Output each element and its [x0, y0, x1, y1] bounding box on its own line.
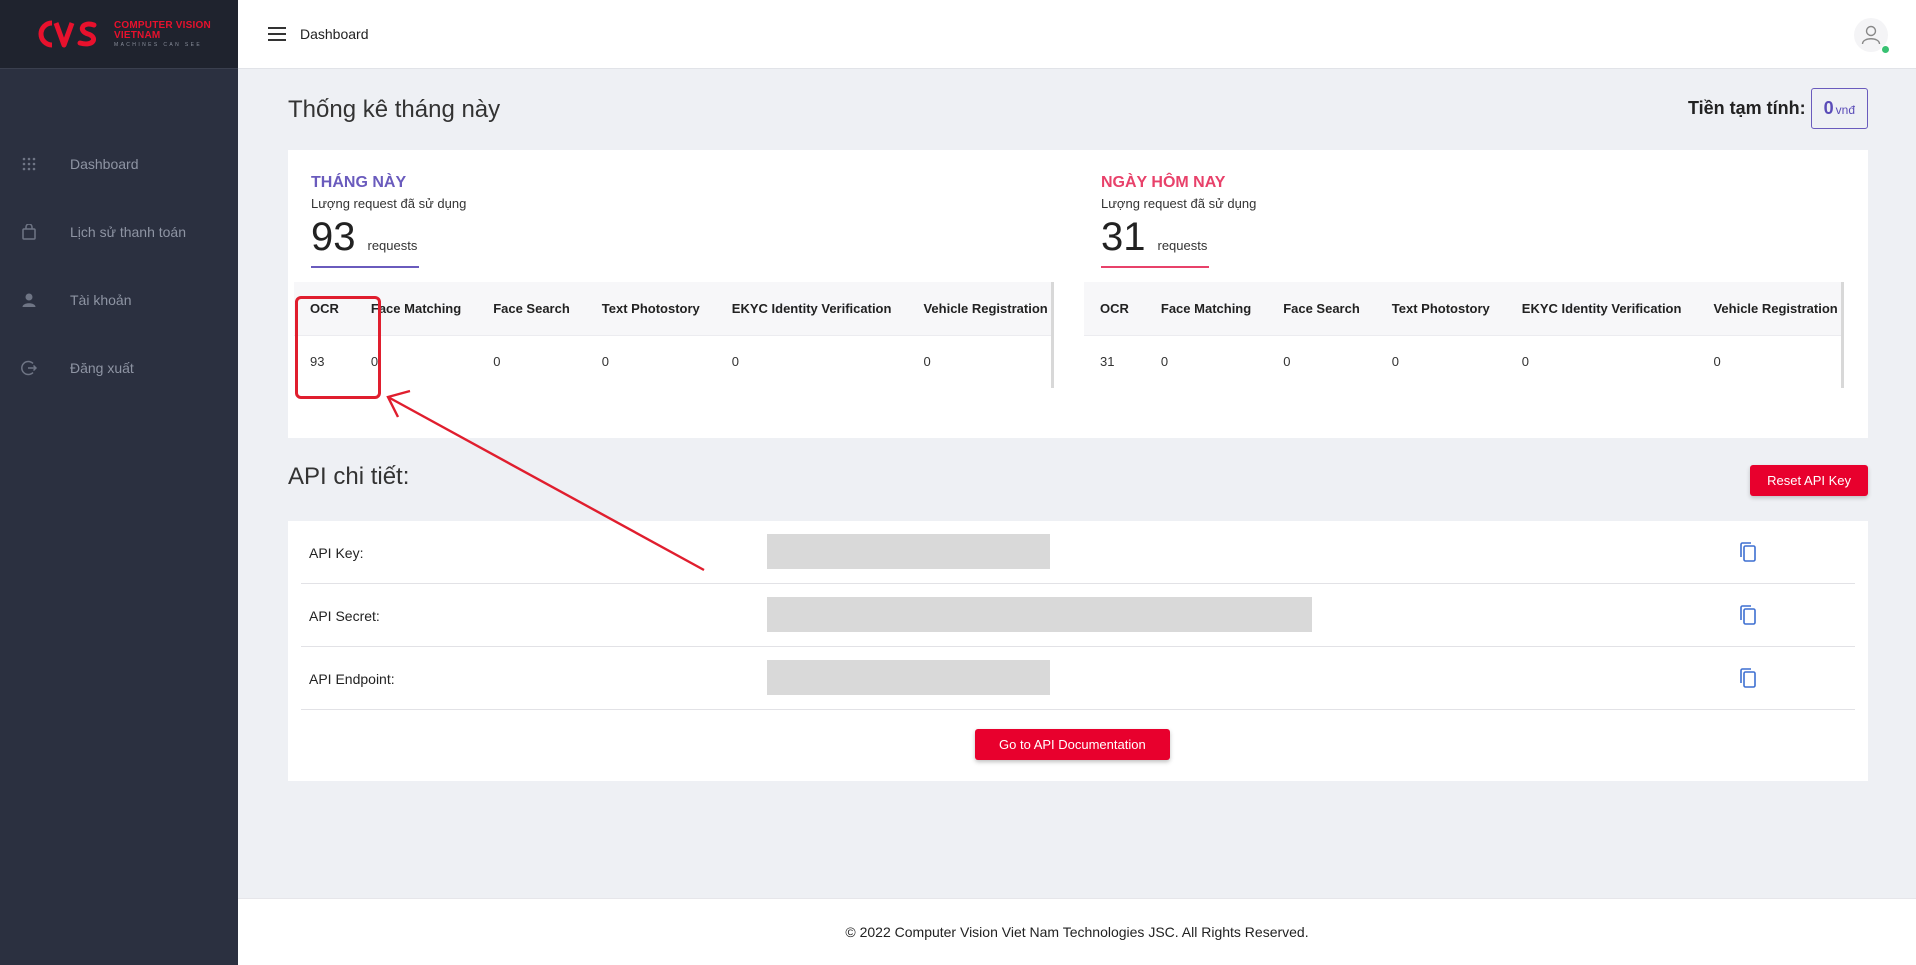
- stats-title: Thống kê tháng này: [288, 96, 501, 123]
- month-table-scroll[interactable]: OCR Face Matching Face Search Text Photo…: [294, 282, 1054, 388]
- today-count: 31: [1101, 215, 1146, 259]
- column-header: Text Photostory: [1375, 282, 1506, 336]
- table-cell: 0: [1267, 335, 1376, 388]
- sidebar-item-label: Tài khoản: [70, 292, 132, 308]
- table-header-row: OCR Face Matching Face Search Text Photo…: [1084, 282, 1841, 336]
- topbar: Dashboard: [238, 0, 1916, 69]
- brand-country: VIETNAM: [114, 29, 161, 41]
- column-header: Face Matching: [1144, 282, 1268, 336]
- today-stats: NGÀY HÔM NAY Lượng request đã sử dụng 31…: [1084, 174, 1844, 388]
- brand-name: COMPUTER VISION: [114, 19, 211, 31]
- table-cell: 0: [1505, 335, 1698, 388]
- table-cell: 0: [715, 335, 908, 388]
- sidebar-item-logout[interactable]: Đăng xuất: [0, 334, 238, 402]
- api-documentation-button[interactable]: Go to API Documentation: [975, 729, 1170, 760]
- month-count: 93: [311, 215, 356, 259]
- month-subtitle: Lượng request đã sử dụng: [311, 196, 467, 211]
- column-header: OCR: [1084, 282, 1145, 336]
- logout-icon: [20, 359, 38, 377]
- sidebar: COMPUTER VISION VIETNAM MACHINES CAN SEE…: [0, 0, 238, 965]
- api-secret-row: API Secret:: [301, 584, 1855, 647]
- column-header: EKYC Identity Verification: [1505, 282, 1698, 336]
- month-total: 93 requests: [311, 215, 420, 268]
- sidebar-item-label: Lịch sử thanh toán: [70, 224, 187, 240]
- table-cell: 0: [477, 335, 586, 388]
- today-subtitle: Lượng request đã sử dụng: [1101, 196, 1257, 211]
- api-key-value: [767, 534, 1050, 569]
- estimated-cost-badge: 0 vnđ: [1810, 88, 1868, 129]
- table-header-row: OCR Face Matching Face Search Text Photo…: [294, 282, 1051, 336]
- today-unit: requests: [1157, 238, 1208, 253]
- table-cell: 0: [1144, 335, 1268, 388]
- column-header: Face Matching: [354, 282, 478, 336]
- brand-tagline: MACHINES CAN SEE: [114, 41, 203, 48]
- estimated-cost-unit: vnđ: [1835, 103, 1855, 117]
- table-cell: 0: [585, 335, 716, 388]
- api-card: API Key: API Secret: API Endpoint: Go to…: [288, 521, 1868, 781]
- estimated-cost-label: Tiền tạm tính:: [1687, 98, 1806, 118]
- column-header: Face Search: [1267, 282, 1376, 336]
- table-cell: 0: [1375, 335, 1506, 388]
- api-key-label: API Key:: [309, 545, 364, 561]
- table-row: 93 0 0 0 0 0: [294, 335, 1051, 388]
- cvs-logo-icon: [38, 20, 97, 48]
- column-header: OCR: [294, 282, 355, 336]
- api-endpoint-row: API Endpoint:: [301, 647, 1855, 710]
- column-header: Text Photostory: [585, 282, 716, 336]
- sidebar-nav: Dashboard Lịch sử thanh toán Tài khoản Đ…: [0, 130, 238, 402]
- avatar[interactable]: [1854, 18, 1890, 54]
- table-cell: 31: [1084, 335, 1145, 388]
- sidebar-item-payment-history[interactable]: Lịch sử thanh toán: [0, 198, 238, 266]
- user-icon: [20, 291, 38, 309]
- menu-icon[interactable]: [268, 27, 286, 41]
- api-endpoint-label: API Endpoint:: [309, 671, 395, 687]
- stats-card: THÁNG NÀY Lượng request đã sử dụng 93 re…: [288, 150, 1868, 438]
- table-cell: 93: [294, 335, 355, 388]
- today-usage-table: OCR Face Matching Face Search Text Photo…: [1084, 282, 1841, 388]
- reset-api-key-button[interactable]: Reset API Key: [1750, 465, 1868, 496]
- api-endpoint-value: [767, 660, 1050, 695]
- table-cell: 0: [1697, 335, 1841, 388]
- copy-icon[interactable]: [1738, 541, 1758, 563]
- column-header: Vehicle Registration Certificate: [1697, 282, 1841, 336]
- today-total: 31 requests: [1101, 215, 1210, 268]
- table-cell: 0: [354, 335, 478, 388]
- column-header: EKYC Identity Verification: [715, 282, 908, 336]
- month-usage-table: OCR Face Matching Face Search Text Photo…: [294, 282, 1051, 388]
- copy-icon[interactable]: [1738, 604, 1758, 626]
- table-cell: 0: [907, 335, 1051, 388]
- estimated-cost-value: 0: [1823, 98, 1834, 118]
- api-secret-value: [767, 597, 1312, 632]
- today-table-scroll[interactable]: OCR Face Matching Face Search Text Photo…: [1084, 282, 1844, 388]
- bag-icon: [20, 223, 38, 241]
- copyright-text: © 2022 Computer Vision Viet Nam Technolo…: [845, 924, 1309, 940]
- column-header: Vehicle Registration Certificate: [907, 282, 1051, 336]
- user-avatar-icon: [1861, 25, 1881, 45]
- api-key-row: API Key:: [301, 521, 1855, 584]
- footer: © 2022 Computer Vision Viet Nam Technolo…: [238, 898, 1916, 965]
- sidebar-item-label: Đăng xuất: [70, 360, 134, 376]
- api-title: API chi tiết:: [288, 463, 410, 490]
- today-heading: NGÀY HÔM NAY: [1101, 174, 1226, 191]
- sidebar-item-account[interactable]: Tài khoản: [0, 266, 238, 334]
- month-unit: requests: [367, 238, 418, 253]
- brand-logo[interactable]: COMPUTER VISION VIETNAM MACHINES CAN SEE: [0, 0, 238, 69]
- grid-icon: [20, 155, 38, 173]
- sidebar-item-dashboard[interactable]: Dashboard: [0, 130, 238, 198]
- estimated-cost: Tiền tạm tính: 0 vnđ: [1688, 88, 1868, 129]
- month-heading: THÁNG NÀY: [311, 174, 407, 191]
- sidebar-item-label: Dashboard: [70, 156, 139, 172]
- online-status-icon: [1881, 45, 1890, 54]
- column-header: Face Search: [477, 282, 586, 336]
- copy-icon[interactable]: [1738, 667, 1758, 689]
- page-title: Dashboard: [300, 26, 369, 42]
- api-secret-label: API Secret:: [309, 608, 380, 624]
- table-row: 31 0 0 0 0 0: [1084, 335, 1841, 388]
- month-stats: THÁNG NÀY Lượng request đã sử dụng 93 re…: [294, 174, 1054, 388]
